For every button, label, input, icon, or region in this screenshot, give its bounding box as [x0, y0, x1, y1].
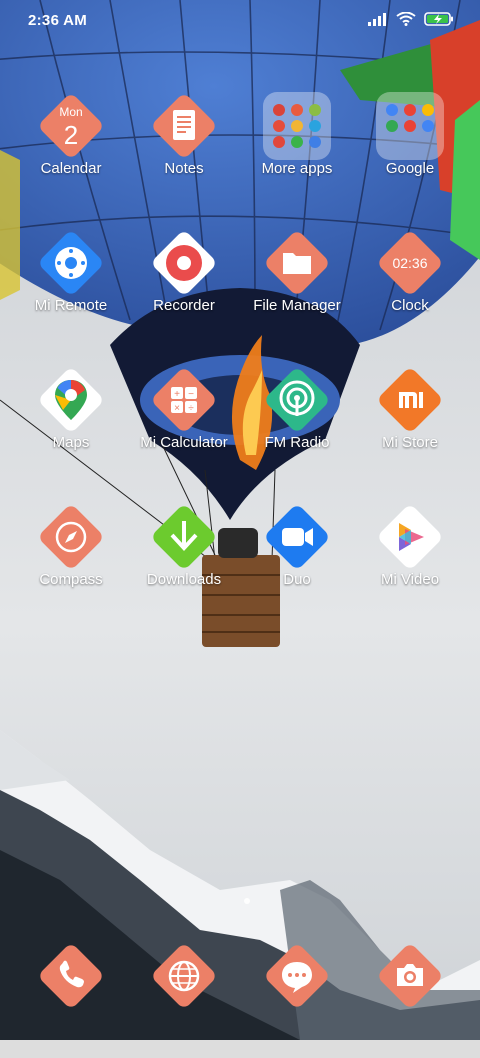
notes-icon — [146, 88, 222, 164]
dock-camera[interactable] — [354, 938, 466, 1058]
svg-text:÷: ÷ — [188, 403, 194, 414]
signal-icon — [368, 12, 388, 30]
app-recorder[interactable]: Recorder — [128, 215, 240, 335]
folder-file-icon — [259, 225, 335, 301]
dock-browser[interactable] — [128, 938, 240, 1058]
folder-icon — [372, 88, 448, 164]
globe-icon — [146, 938, 222, 1014]
mi-logo-icon — [372, 362, 448, 438]
calendar-date: 2 — [64, 120, 78, 150]
svg-text:−: − — [188, 389, 194, 400]
clock-icon: 02:36 — [372, 225, 448, 301]
camera-icon — [372, 938, 448, 1014]
app-label: Clock — [391, 297, 429, 314]
app-folder-more-apps[interactable]: More apps — [241, 78, 353, 198]
status-time: 2:36 AM — [28, 12, 88, 29]
phone-icon — [33, 938, 109, 1014]
remote-icon — [33, 225, 109, 301]
app-calendar[interactable]: Mon 2 Calendar — [15, 78, 127, 198]
app-downloads[interactable]: Downloads — [128, 489, 240, 609]
app-label: Mi Store — [382, 434, 438, 451]
app-clock[interactable]: 02:36 Clock — [354, 215, 466, 335]
radio-icon — [259, 362, 335, 438]
app-folder-google[interactable]: Google — [354, 78, 466, 198]
app-mi-remote[interactable]: Mi Remote — [15, 215, 127, 335]
status-bar: 2:36 AM — [0, 0, 480, 42]
svg-text:+: + — [174, 389, 180, 400]
calculator-icon: + − × ÷ — [146, 362, 222, 438]
app-mi-video[interactable]: Mi Video — [354, 489, 466, 609]
status-icons — [368, 11, 454, 30]
app-fm-radio[interactable]: FM Radio — [241, 352, 353, 472]
wifi-icon — [396, 11, 416, 30]
folder-icon — [259, 88, 335, 164]
download-arrow-icon — [146, 499, 222, 575]
calendar-day: Mon — [59, 105, 82, 119]
app-notes[interactable]: Notes — [128, 78, 240, 198]
app-file-manager[interactable]: File Manager — [241, 215, 353, 335]
video-camera-icon — [259, 499, 335, 575]
compass-icon — [33, 499, 109, 575]
record-icon — [146, 225, 222, 301]
app-duo[interactable]: Duo — [241, 489, 353, 609]
svg-text:×: × — [174, 403, 180, 414]
page-indicator — [244, 898, 250, 904]
battery-charging-icon — [424, 12, 454, 30]
app-compass[interactable]: Compass — [15, 489, 127, 609]
app-label: Google — [385, 160, 435, 177]
calendar-icon: Mon 2 — [33, 88, 109, 164]
app-mi-store[interactable]: Mi Store — [354, 352, 466, 472]
app-label: Mi Video — [380, 571, 440, 588]
app-mi-calculator[interactable]: + − × ÷ Mi Calculator — [128, 352, 240, 472]
dock-phone[interactable] — [15, 938, 127, 1058]
play-icon — [372, 499, 448, 575]
message-icon — [259, 938, 335, 1014]
app-maps[interactable]: Maps — [15, 352, 127, 472]
clock-time: 02:36 — [392, 255, 427, 271]
map-pin-icon — [33, 362, 109, 438]
dock-messaging[interactable] — [241, 938, 353, 1058]
